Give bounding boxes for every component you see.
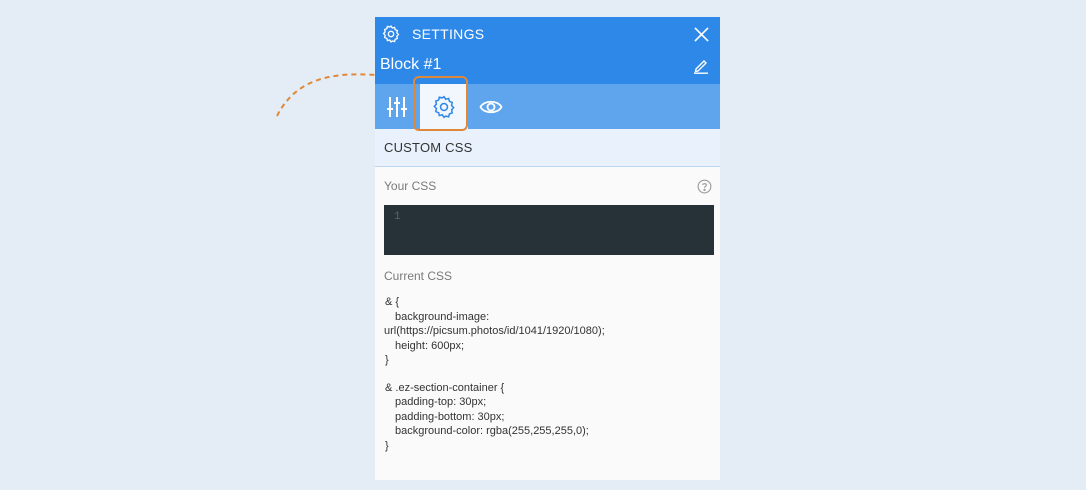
- pencil-icon[interactable]: [693, 58, 709, 74]
- your-css-label: Your CSS: [384, 179, 437, 193]
- tab-layout[interactable]: [375, 84, 419, 129]
- tab-settings[interactable]: [420, 84, 468, 129]
- css-line: background-color: rgba(255,255,255,0);: [395, 425, 589, 437]
- current-css-label: Current CSS: [384, 269, 453, 283]
- panel-title: SETTINGS: [412, 26, 485, 42]
- eye-icon: [479, 100, 503, 113]
- css-line: background-image:: [395, 310, 490, 323]
- css-line: }: [385, 439, 389, 452]
- stage: SETTINGS Block #1 CUSTOM CSS Your CSS 1 …: [0, 0, 1086, 490]
- tab-visibility[interactable]: [469, 84, 513, 129]
- gear-icon: [433, 95, 455, 118]
- css-line: & .ez-section-container {: [385, 381, 505, 394]
- sliders-icon: [387, 96, 407, 117]
- gear-icon: [382, 25, 400, 43]
- help-icon[interactable]: [697, 179, 712, 194]
- custom-css-section-header[interactable]: CUSTOM CSS: [375, 129, 720, 167]
- settings-panel: SETTINGS Block #1 CUSTOM CSS Your CSS 1 …: [375, 17, 720, 480]
- block-name: Block #1: [380, 56, 442, 73]
- css-line: height: 600px;: [395, 339, 465, 352]
- css-line: & {: [385, 296, 400, 308]
- your-css-label-row: Your CSS: [375, 167, 720, 205]
- css-rule: & { background-image: url(https://picsum…: [384, 295, 720, 368]
- css-line: padding-top: 30px;: [395, 396, 487, 408]
- css-line: url(https://picsum.photos/id/1041/1920/1…: [384, 325, 605, 337]
- panel-header: SETTINGS Block #1: [375, 17, 720, 84]
- close-icon[interactable]: [694, 27, 709, 42]
- css-line: }: [385, 354, 389, 366]
- css-code-editor[interactable]: 1: [384, 205, 714, 255]
- line-number: 1: [394, 211, 401, 223]
- tab-bar: [375, 84, 720, 129]
- current-css-content: & { background-image: url(https://picsum…: [375, 295, 720, 453]
- css-line: padding-bottom: 30px;: [395, 410, 505, 423]
- css-rule: & .ez-section-container { padding-top: 3…: [385, 381, 720, 454]
